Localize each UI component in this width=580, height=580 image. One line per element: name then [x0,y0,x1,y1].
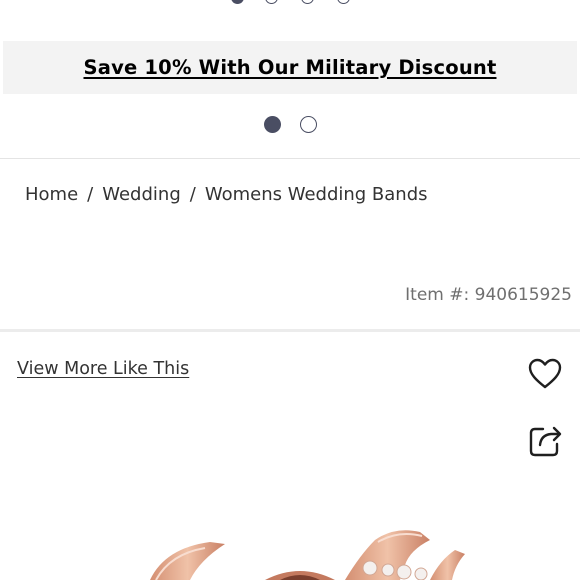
share-icon[interactable] [528,423,564,459]
military-discount-link[interactable]: Save 10% With Our Military Discount [83,56,496,79]
carousel-dot[interactable] [337,0,350,4]
heart-icon[interactable] [527,356,563,392]
divider [0,329,580,332]
product-image[interactable] [0,520,580,580]
breadcrumb-item-womens-wedding-bands[interactable]: Womens Wedding Bands [205,184,428,205]
breadcrumb-item-home[interactable]: Home [25,184,78,205]
divider [0,158,580,159]
carousel-dot[interactable] [301,0,314,4]
view-more-like-this-link[interactable]: View More Like This [17,359,189,379]
carousel-dot[interactable] [300,116,317,133]
breadcrumb-separator: / [189,184,196,205]
breadcrumb-item-wedding[interactable]: Wedding [102,184,181,205]
carousel-dot[interactable] [265,0,278,4]
item-number: Item #: 940615925 [405,285,572,305]
carousel-dot[interactable] [231,0,244,4]
breadcrumb: Home / Wedding / Womens Wedding Bands [25,184,428,205]
carousel-dot-active[interactable] [264,116,281,133]
promo-banner: Save 10% With Our Military Discount [3,41,577,94]
breadcrumb-separator: / [87,184,94,205]
